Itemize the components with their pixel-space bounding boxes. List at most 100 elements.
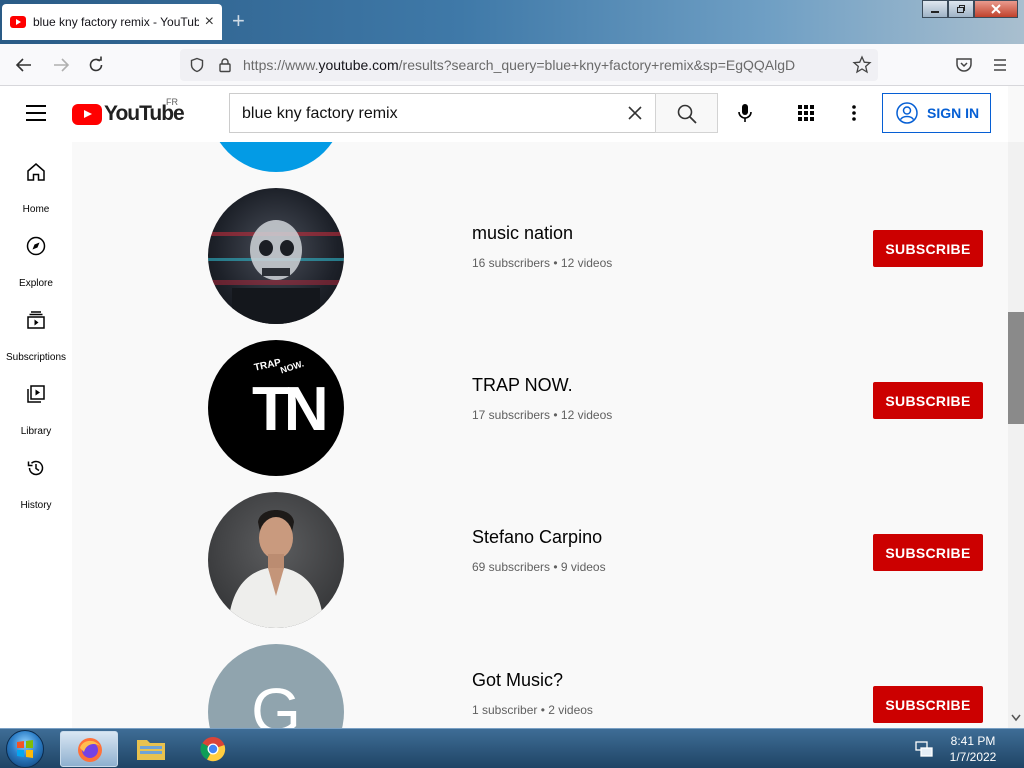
youtube-favicon-icon [10,16,26,28]
search-query-text: blue kny factory remix [242,105,398,122]
trap-now-logo-now: NOW. [279,358,305,376]
channel-meta: 17 subscribers • 12 videos [472,408,613,422]
browser-tab[interactable]: blue kny factory remix - YouTube × [2,4,222,40]
hamburger-line [26,119,46,121]
guide-menu-button[interactable] [26,105,46,121]
channel-name[interactable]: Got Music? [472,670,563,691]
library-icon [27,385,45,403]
history-icon [27,460,44,476]
channel-avatar-trap-now[interactable]: TRAP NOW. TN [208,340,344,476]
menu-icon[interactable] [991,56,1009,74]
chrome-icon [200,737,226,762]
guide-item-history[interactable]: History [0,448,72,522]
clock-time: 8:41 PM [950,734,996,748]
lock-icon[interactable] [217,57,233,73]
folder-icon [137,740,165,760]
tab-close-button[interactable]: × [205,14,214,30]
search-icon [677,104,697,124]
forward-button[interactable] [51,55,71,75]
reload-button[interactable] [86,55,106,75]
windows-taskbar: 8:41 PM 1/7/2022 [0,728,1024,768]
taskbar-firefox[interactable] [60,731,118,767]
reload-icon [89,56,103,72]
guide-item-explore[interactable]: Explore [0,226,72,300]
address-bar[interactable]: https://www.youtube.com/results?search_q… [180,49,878,81]
scrollbar-thumb[interactable] [1008,312,1024,424]
channel-meta: 16 subscribers • 12 videos [472,256,613,270]
guide-label-home: Home [22,204,50,215]
apps-grid-icon[interactable] [796,103,816,123]
guide-sidebar: Home Explore Subscriptions Library Histo… [0,142,72,728]
minimize-button[interactable] [922,0,948,18]
trap-now-logo-top: TRAP [253,357,283,374]
arrow-left-icon [15,58,31,72]
system-clock[interactable]: 8:41 PM 1/7/2022 [944,733,1002,765]
guide-item-home[interactable]: Home [0,152,72,226]
channel-name[interactable]: Stefano Carpino [472,527,602,548]
search-button[interactable] [655,93,718,133]
tab-title: blue kny factory remix - YouTube [33,15,199,29]
close-icon [991,4,1001,14]
url-prefix: https://www. [243,57,319,73]
trap-now-logo-letters: TN [252,375,329,444]
channel-name[interactable]: TRAP NOW. [472,375,573,396]
url-text[interactable]: https://www.youtube.com/results?search_q… [243,57,795,73]
subscribe-button[interactable]: SUBSCRIBE [873,534,983,571]
guide-label-history: History [20,500,52,511]
account-circle-icon [896,102,918,124]
arrow-right-icon [54,58,70,72]
close-window-button[interactable] [974,0,1018,18]
page-scrollbar[interactable] [1008,142,1024,728]
glitch-skull-image [208,220,344,324]
youtube-logo[interactable]: YouTube FR [72,97,185,126]
subscribe-button[interactable]: SUBSCRIBE [873,230,983,267]
sign-in-label: SIGN IN [927,105,980,121]
search-input[interactable]: blue kny factory remix [229,93,655,133]
taskbar-file-explorer[interactable] [122,731,180,767]
home-icon [27,163,45,181]
more-vert-icon[interactable] [844,103,864,123]
channel-avatar-stefano-carpino[interactable] [208,492,344,628]
guide-label-library: Library [20,426,52,437]
guide-label-explore: Explore [19,278,53,289]
minimize-icon [931,11,939,13]
channel-avatar-got-music[interactable]: G [208,644,344,728]
sign-in-button[interactable]: SIGN IN [882,93,991,133]
subscriptions-icon [27,311,45,329]
back-button[interactable] [14,55,34,75]
avatar-letter: G [251,675,301,728]
windows-logo-icon [17,740,33,758]
clear-search-icon[interactable] [625,103,645,123]
shield-icon[interactable] [189,57,205,73]
country-code: FR [166,97,178,107]
window-controls [922,0,1018,20]
browser-nav-bar: https://www.youtube.com/results?search_q… [0,44,1024,86]
url-path: /results?search_query=blue+kny+factory+r… [398,57,796,73]
compass-icon [26,236,46,256]
channel-meta: 1 subscriber • 2 videos [472,703,593,717]
portrait-photo-image [228,510,324,628]
microphone-icon[interactable] [729,97,761,129]
channel-avatar-partial[interactable] [208,142,344,172]
url-domain: youtube.com [318,57,399,73]
new-tab-button[interactable]: + [232,10,245,32]
browser-tab-bar: blue kny factory remix - YouTube × + [0,0,1024,44]
search-results: music nation 16 subscribers • 12 videos … [72,142,1008,728]
taskbar-chrome[interactable] [184,731,242,767]
guide-item-subscriptions[interactable]: Subscriptions [0,300,72,374]
channel-avatar-music-nation[interactable] [208,188,344,324]
bookmark-star-icon[interactable] [852,55,872,75]
subscribe-button[interactable]: SUBSCRIBE [873,382,983,419]
start-button[interactable] [6,730,44,768]
pocket-icon[interactable] [955,56,973,74]
restore-icon [957,5,965,13]
channel-name[interactable]: music nation [472,223,573,244]
subscribe-button[interactable]: SUBSCRIBE [873,686,983,723]
restore-button[interactable] [948,0,974,18]
youtube-play-icon [72,103,102,125]
network-icon[interactable] [914,739,934,759]
guide-label-subscriptions: Subscriptions [5,352,67,363]
scroll-down-arrow-icon[interactable] [1011,714,1021,722]
guide-item-library[interactable]: Library [0,374,72,448]
channel-meta: 69 subscribers • 9 videos [472,560,606,574]
